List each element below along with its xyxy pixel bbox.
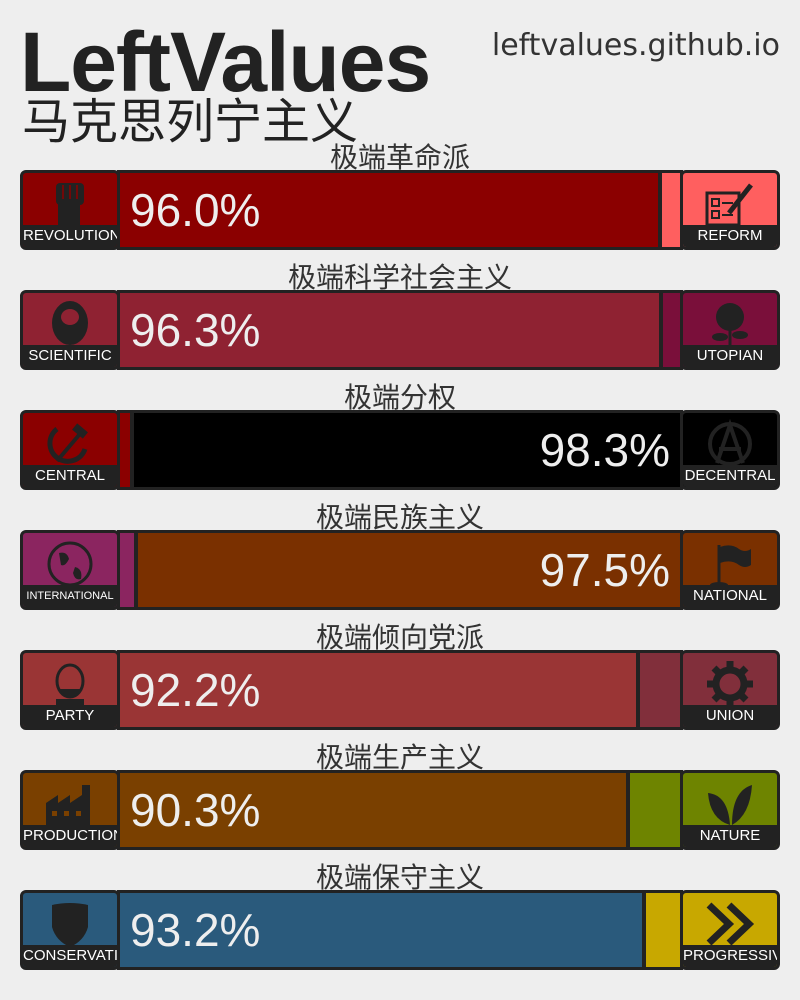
- axis-row: 极端保守主义CONSERVATIVE93.2%PROGRESSIVE: [20, 862, 780, 1000]
- right-ideology-box: NATIONAL: [680, 530, 780, 610]
- right-score-segment: [630, 773, 680, 847]
- right-ideology-caption: PROGRESSIVE: [683, 945, 777, 967]
- score-bar: 97.5%: [117, 530, 683, 610]
- globe-icon: [23, 539, 117, 589]
- right-ideology-box: PROGRESSIVE: [680, 890, 780, 970]
- right-ideology-caption: DECENTRAL: [683, 465, 777, 487]
- left-ideology-box: CONSERVATIVE: [20, 890, 120, 970]
- left-ideology-caption: SCIENTIFIC: [23, 345, 117, 367]
- score-percent: 92.2%: [130, 664, 261, 716]
- shield-icon: [23, 899, 117, 949]
- left-ideology-box: REVOLUTION: [20, 170, 120, 250]
- score-percent: 90.3%: [130, 784, 261, 836]
- leaves-icon: [683, 779, 777, 829]
- score-percent: 97.5%: [539, 544, 670, 596]
- right-ideology-box: DECENTRAL: [680, 410, 780, 490]
- left-ideology-box: INTERNATIONAL: [20, 530, 120, 610]
- factory-icon: [23, 779, 117, 829]
- anarchy-icon: [683, 419, 777, 469]
- left-ideology-box: CENTRAL: [20, 410, 120, 490]
- score-percent: 93.2%: [130, 904, 261, 956]
- right-score-segment: [663, 293, 680, 367]
- lenin-portrait-icon: [23, 659, 117, 709]
- site-url[interactable]: leftvalues.github.io: [492, 28, 780, 63]
- left-ideology-caption: REVOLUTION: [23, 225, 117, 247]
- right-ideology-caption: NATURE: [683, 825, 777, 847]
- ballot-icon: [683, 179, 777, 229]
- left-ideology-caption: CONSERVATIVE: [23, 945, 117, 967]
- marx-portrait-icon: [23, 299, 117, 349]
- flag-icon: [683, 539, 777, 589]
- right-ideology-box: REFORM: [680, 170, 780, 250]
- score-percent: 98.3%: [539, 424, 670, 476]
- score-bar: 93.2%: [117, 890, 683, 970]
- score-bar: 92.2%: [117, 650, 683, 730]
- right-ideology-caption: UNION: [683, 705, 777, 727]
- score-percent: 96.3%: [130, 304, 261, 356]
- right-score-segment: [640, 653, 680, 727]
- right-ideology-caption: REFORM: [683, 225, 777, 247]
- left-ideology-caption: PARTY: [23, 705, 117, 727]
- score-bar: 96.0%: [117, 170, 683, 250]
- gear-icon: [683, 659, 777, 709]
- rose-icon: [683, 299, 777, 349]
- hammer-sickle-icon: [23, 419, 117, 469]
- right-score-segment: [646, 893, 680, 967]
- right-ideology-box: NATURE: [680, 770, 780, 850]
- right-ideology-box: UNION: [680, 650, 780, 730]
- right-ideology-caption: NATIONAL: [683, 585, 777, 607]
- page-title: LeftValues: [20, 15, 431, 109]
- raised-fist-icon: [23, 179, 117, 229]
- left-ideology-box: SCIENTIFIC: [20, 290, 120, 370]
- left-ideology-box: PRODUCTION: [20, 770, 120, 850]
- right-ideology-caption: UTOPIAN: [683, 345, 777, 367]
- score-bar: 98.3%: [117, 410, 683, 490]
- score-bar: 90.3%: [117, 770, 683, 850]
- double-chevron-right-icon: [683, 899, 777, 949]
- left-ideology-caption: INTERNATIONAL: [23, 585, 117, 607]
- right-score-segment: [662, 173, 680, 247]
- left-ideology-box: PARTY: [20, 650, 120, 730]
- score-percent: 96.0%: [130, 184, 261, 236]
- left-score-segment: [120, 533, 134, 607]
- score-bar: 96.3%: [117, 290, 683, 370]
- left-ideology-caption: PRODUCTION: [23, 825, 117, 847]
- left-score-segment: [120, 413, 130, 487]
- left-ideology-caption: CENTRAL: [23, 465, 117, 487]
- right-ideology-box: UTOPIAN: [680, 290, 780, 370]
